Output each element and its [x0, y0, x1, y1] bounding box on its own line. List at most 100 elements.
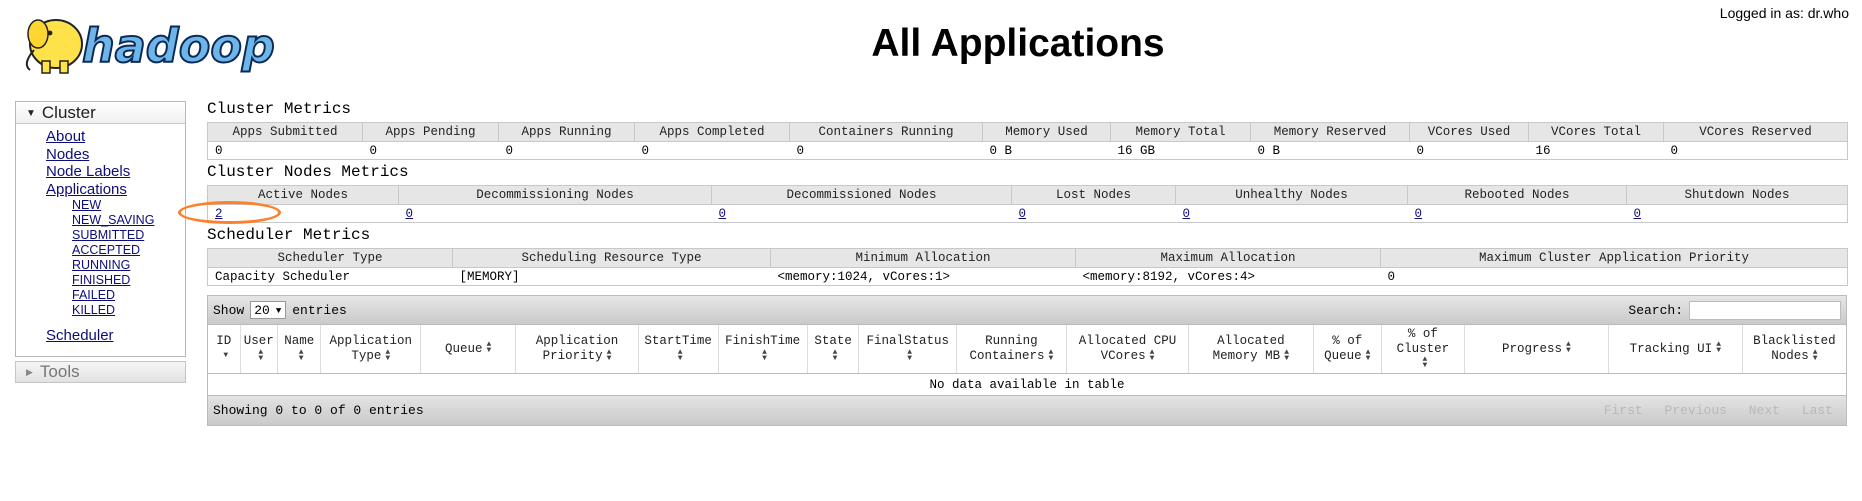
sidebar-link-about[interactable]: About [46, 128, 185, 146]
col-scheduling-resource-type: Scheduling Resource Type [452, 248, 771, 268]
col-apps-completed: Apps Completed [634, 122, 790, 142]
sort-col-blacklisted-nodes[interactable]: Blacklisted Nodes ▲ ▼ [1742, 325, 1846, 374]
col-max-cluster-app-priority: Maximum Cluster Application Priority [1380, 248, 1848, 268]
sort-icon: ▲ ▼ [606, 347, 612, 363]
sort-icon: ▲ ▼ [1566, 340, 1571, 356]
sidebar-link-state-finished[interactable]: FINISHED [72, 273, 185, 288]
sort-icon: ▲ ▼ [258, 347, 264, 363]
col-decommissioning-nodes: Decommissioning Nodes [398, 185, 712, 205]
sort-col-running-containers[interactable]: Running Containers ▲ ▼ [956, 325, 1067, 374]
sidebar-link-state-killed[interactable]: KILLED [72, 303, 185, 318]
sort-col-progress[interactable]: Progress ▲ ▼ [1464, 325, 1609, 374]
sort-col-application-priority[interactable]: Application Priority ▲ ▼ [515, 325, 639, 374]
col-apps-pending: Apps Pending [362, 122, 499, 142]
val-containers-running: 0 [789, 141, 983, 160]
link-shutdown-nodes[interactable]: 0 [1634, 207, 1642, 221]
sort-icon: ▲ ▼ [1716, 340, 1721, 356]
sort-icon: ▲ ▼ [1422, 355, 1428, 371]
sidebar-link-state-submitted[interactable]: SUBMITTED [72, 228, 185, 243]
col-apps-submitted: Apps Submitted [207, 122, 363, 142]
val-scheduler-type: Capacity Scheduler [207, 267, 453, 286]
sidebar-link-applications[interactable]: Applications [46, 181, 185, 199]
val-apps-completed: 0 [634, 141, 790, 160]
apps-toolbar: Show 20 ▼ entries Search: [208, 296, 1846, 325]
pager-previous[interactable]: Previous [1665, 403, 1727, 418]
sort-col-name[interactable]: Name ▲ ▼ [277, 325, 322, 374]
link-decommissioned-nodes[interactable]: 0 [719, 207, 727, 221]
node-metrics-header-row: Active Nodes Decommissioning Nodes Decom… [207, 185, 1848, 205]
col-lost-nodes: Lost Nodes [1011, 185, 1176, 205]
apps-footer: Showing 0 to 0 of 0 entries First Previo… [208, 395, 1846, 425]
val-memory-total: 16 GB [1110, 141, 1251, 160]
sort-icon: ▲ ▼ [1365, 347, 1371, 363]
logged-in-label: Logged in as: dr.who [1719, 5, 1849, 21]
pager-last[interactable]: Last [1802, 403, 1833, 418]
sidebar-link-state-failed[interactable]: FAILED [72, 288, 185, 303]
link-rebooted-nodes[interactable]: 0 [1415, 207, 1423, 221]
sort-col-percent-of-queue[interactable]: % of Queue ▲ ▼ [1313, 325, 1382, 374]
link-decommissioning-nodes[interactable]: 0 [406, 207, 414, 221]
empty-table-message: No data available in table [929, 378, 1125, 392]
val-apps-running: 0 [498, 141, 635, 160]
sort-icon: ▲ ▼ [832, 347, 838, 363]
val-memory-reserved: 0 B [1250, 141, 1410, 160]
scheduler-metrics-title: Scheduler Metrics [207, 226, 371, 244]
val-apps-pending: 0 [362, 141, 499, 160]
col-vcores-reserved: VCores Reserved [1663, 122, 1848, 142]
col-scheduler-type: Scheduler Type [207, 248, 453, 268]
pager-first[interactable]: First [1604, 403, 1643, 418]
node-metrics-value-row: 2 0 0 0 0 0 0 [207, 204, 1848, 223]
sort-col-starttime[interactable]: StartTime ▲ ▼ [638, 325, 719, 374]
sort-icon: ▲ ▼ [385, 347, 391, 363]
col-apps-running: Apps Running [498, 122, 635, 142]
sidebar-link-node-labels[interactable]: Node Labels [46, 163, 185, 181]
collapse-triangle-icon: ▼ [26, 108, 36, 119]
sort-col-queue[interactable]: Queue ▲ ▼ [420, 325, 517, 374]
dropdown-arrow-icon: ▼ [275, 306, 282, 316]
sort-col-allocated-memory-mb[interactable]: Allocated Memory MB ▲ ▼ [1188, 325, 1314, 374]
link-unhealthy-nodes[interactable]: 0 [1183, 207, 1191, 221]
val-vcores-used: 0 [1409, 141, 1529, 160]
col-rebooted-nodes: Rebooted Nodes [1407, 185, 1627, 205]
val-scheduling-resource-type: [MEMORY] [452, 267, 771, 286]
sidebar-link-scheduler[interactable]: Scheduler [46, 327, 185, 345]
sort-col-finalstatus[interactable]: FinalStatus ▲ ▼ [858, 325, 957, 374]
search-input[interactable] [1689, 300, 1841, 320]
sort-col-user[interactable]: User ▲ ▼ [240, 325, 278, 374]
sidebar-link-state-accepted[interactable]: ACCEPTED [72, 243, 185, 258]
sort-icon: ▲ ▼ [907, 347, 913, 363]
sort-icon: ▲ ▼ [1048, 347, 1054, 363]
sort-col-percent-of-cluster[interactable]: % of Cluster ▲ ▼ [1381, 325, 1465, 374]
col-unhealthy-nodes: Unhealthy Nodes [1175, 185, 1408, 205]
col-memory-reserved: Memory Reserved [1250, 122, 1410, 142]
highlight-annotation-oval [178, 201, 281, 224]
sidebar-link-state-new-saving[interactable]: NEW_SAVING [72, 213, 185, 228]
sidebar-link-state-running[interactable]: RUNNING [72, 258, 185, 273]
cluster-metrics-table: Apps Submitted Apps Pending Apps Running… [207, 122, 1848, 160]
link-lost-nodes[interactable]: 0 [1019, 207, 1027, 221]
sort-col-tracking-ui[interactable]: Tracking UI ▲ ▼ [1608, 325, 1743, 374]
tools-section-header[interactable]: ▶ Tools [15, 361, 186, 383]
node-metrics-table: Active Nodes Decommissioning Nodes Decom… [207, 185, 1848, 223]
cluster-label: Cluster [41, 103, 96, 122]
cluster-section-header[interactable]: ▼ Cluster [16, 102, 185, 124]
sort-col-finishtime[interactable]: FinishTime ▲ ▼ [718, 325, 808, 374]
sidebar-link-nodes[interactable]: Nodes [46, 146, 185, 164]
val-max-cluster-app-priority: 0 [1380, 267, 1848, 286]
expand-triangle-icon: ▶ [26, 367, 33, 377]
col-decommissioned-nodes: Decommissioned Nodes [711, 185, 1012, 205]
sort-icon: ▲ ▼ [1284, 347, 1289, 363]
pager-next[interactable]: Next [1749, 403, 1780, 418]
scheduler-metrics-value-row: Capacity Scheduler [MEMORY] <memory:1024… [207, 267, 1848, 286]
entries-label: entries [292, 302, 347, 318]
sort-col-application-type[interactable]: Application Type ▲ ▼ [320, 325, 421, 374]
sidebar: ▼ Cluster About Nodes Node Labels Applica… [15, 101, 186, 357]
sort-icon: ▲ ▼ [762, 347, 767, 363]
val-apps-submitted: 0 [207, 141, 363, 160]
sort-col-allocated-cpu-vcores[interactable]: Allocated CPU VCores ▲ ▼ [1066, 325, 1190, 374]
sidebar-link-state-new[interactable]: NEW [72, 198, 185, 213]
sort-col-state[interactable]: State ▲ ▼ [807, 325, 860, 374]
applications-table-wrapper: Show 20 ▼ entries Search: ID ▼ User ▲ ▼ Name… [207, 295, 1847, 426]
entries-select[interactable]: 20 ▼ [250, 301, 287, 319]
sort-col-id[interactable]: ID ▼ [208, 325, 241, 374]
